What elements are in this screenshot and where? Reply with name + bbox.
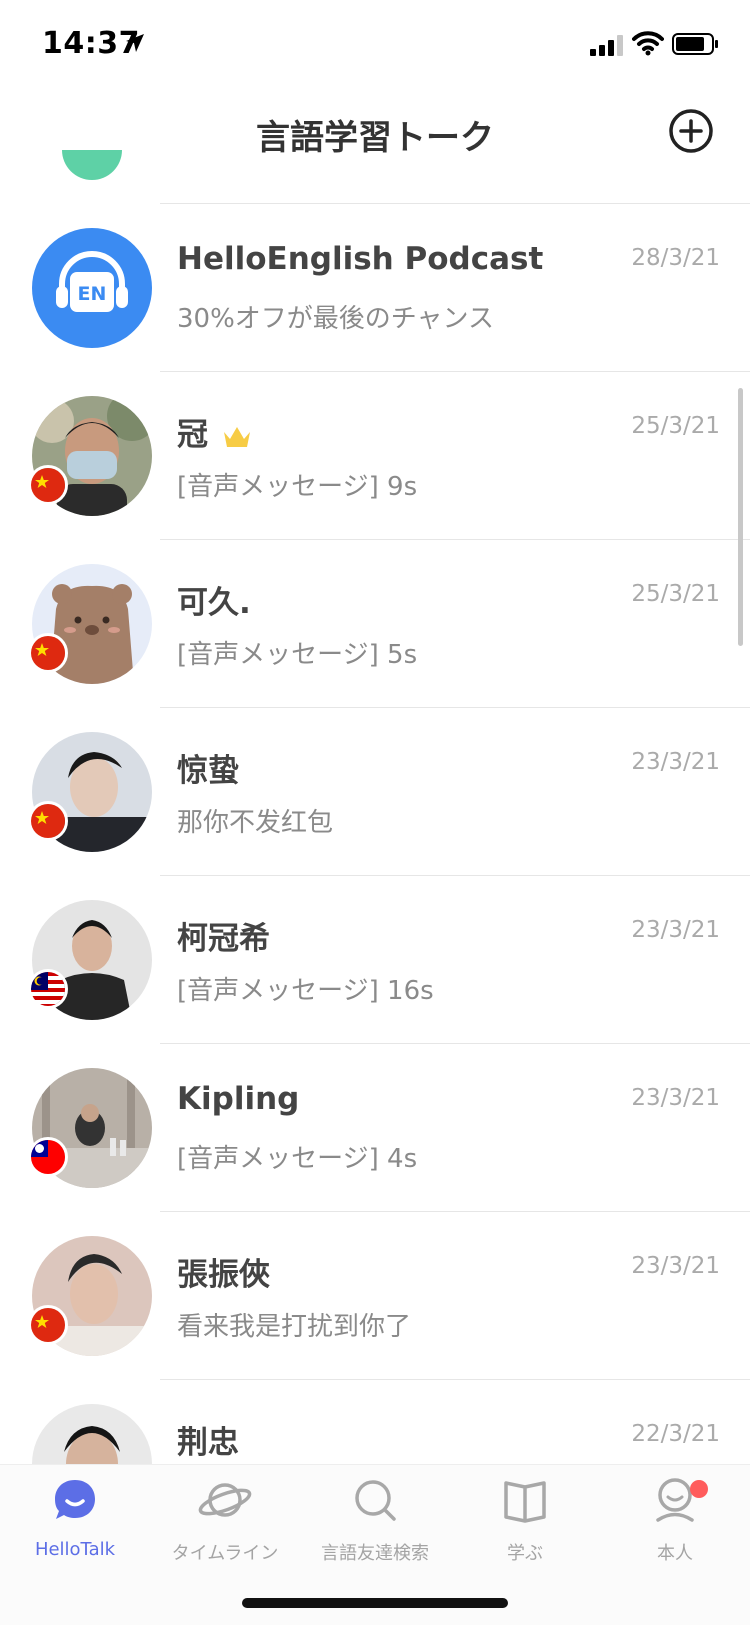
- chat-name: Kipling: [177, 1081, 300, 1117]
- search-icon: [355, 1480, 396, 1521]
- avatar-text: EN: [78, 283, 107, 305]
- chat-name: 柯冠希: [177, 921, 270, 957]
- chat-preview: [音声メッセージ] 4s: [177, 1144, 418, 1174]
- tab-label: 学ぶ: [507, 1543, 543, 1564]
- chat-row-jingzhe[interactable]: 惊蛰 那你不发红包 23/3/21: [0, 707, 750, 875]
- scrollbar[interactable]: [738, 388, 743, 646]
- chat-row-helloenglish-podcast[interactable]: EN HelloEnglish Podcast 30%オフが最後のチャンス 28…: [0, 203, 750, 371]
- chat-name: 冠: [177, 409, 252, 454]
- chat-row-kejiu[interactable]: 可久. [音声メッセージ] 5s 25/3/21: [0, 539, 750, 707]
- chat-date: 25/3/21: [631, 581, 720, 607]
- planet-icon: [198, 1483, 252, 1517]
- flag-malaysia-icon: [28, 969, 68, 1009]
- chat-date: 28/3/21: [631, 245, 720, 271]
- crown-icon: [224, 426, 250, 447]
- chat-preview: 30%オフが最後のチャンス: [177, 304, 495, 334]
- home-indicator[interactable]: [242, 1598, 508, 1608]
- chat-date: 23/3/21: [631, 1085, 720, 1111]
- chat-date: 22/3/21: [631, 1421, 720, 1447]
- chat-row-keguanxi[interactable]: 柯冠希 [音声メッセージ] 16s 23/3/21: [0, 875, 750, 1043]
- tab-hellotalk[interactable]: HelloTalk: [0, 1465, 150, 1585]
- podcast-headphones-icon: EN: [32, 228, 152, 348]
- flag-china-icon: [28, 1305, 68, 1345]
- chat-preview: [音声メッセージ] 5s: [177, 640, 418, 670]
- chat-row-zhangzhenxia[interactable]: 張振俠 看来我是打扰到你了 23/3/21: [0, 1211, 750, 1379]
- chat-name: 可久.: [177, 585, 251, 621]
- wifi-icon: [632, 31, 664, 56]
- chat-row-kipling[interactable]: Kipling [音声メッセージ] 4s 23/3/21: [0, 1043, 750, 1211]
- chat-preview: [音声メッセージ] 9s: [177, 472, 418, 502]
- chat-preview: [音声メッセージ] 16s: [177, 976, 434, 1006]
- tab-timeline[interactable]: タイムライン: [150, 1465, 300, 1585]
- avatar: EN: [32, 228, 152, 348]
- chat-name: HelloEnglish Podcast: [177, 241, 544, 277]
- tab-label: 本人: [657, 1543, 693, 1564]
- tab-label: HelloTalk: [34, 1539, 116, 1560]
- cellular-signal-icon: [590, 35, 623, 56]
- flag-china-icon: [28, 801, 68, 841]
- chat-date: 25/3/21: [631, 413, 720, 439]
- status-bar: 14:37: [0, 0, 750, 90]
- chat-bubble-icon: [55, 1480, 95, 1519]
- battery-icon: [672, 33, 718, 55]
- tab-label: タイムライン: [171, 1543, 279, 1564]
- chat-date: 23/3/21: [631, 1253, 720, 1279]
- location-arrow-icon: [126, 34, 144, 52]
- chat-date: 23/3/21: [631, 917, 720, 943]
- flag-taiwan-icon: [28, 1137, 68, 1177]
- chat-name: 荆忠: [177, 1425, 239, 1461]
- chat-name: 張振俠: [177, 1257, 270, 1293]
- partial-avatar: [62, 150, 122, 180]
- flag-china-icon: [28, 633, 68, 673]
- tab-profile[interactable]: 本人: [600, 1465, 750, 1585]
- tab-learn[interactable]: 学ぶ: [450, 1465, 600, 1585]
- add-chat-button[interactable]: [668, 108, 714, 154]
- book-icon: [504, 1481, 546, 1523]
- tab-language-partner-search[interactable]: 言語友達検索: [300, 1465, 450, 1585]
- flag-china-icon: [28, 465, 68, 505]
- chat-date: 23/3/21: [631, 749, 720, 775]
- chat-preview: 那你不发红包: [177, 808, 334, 838]
- chat-row-guan[interactable]: 冠 [音声メッセージ] 9s 25/3/21: [0, 371, 750, 539]
- chat-name-text: 冠: [177, 417, 208, 453]
- chat-name: 惊蛰: [177, 753, 239, 789]
- chat-preview: 看来我是打扰到你了: [177, 1312, 412, 1342]
- tab-label: 言語友達検索: [321, 1543, 429, 1564]
- notification-badge: [690, 1480, 708, 1498]
